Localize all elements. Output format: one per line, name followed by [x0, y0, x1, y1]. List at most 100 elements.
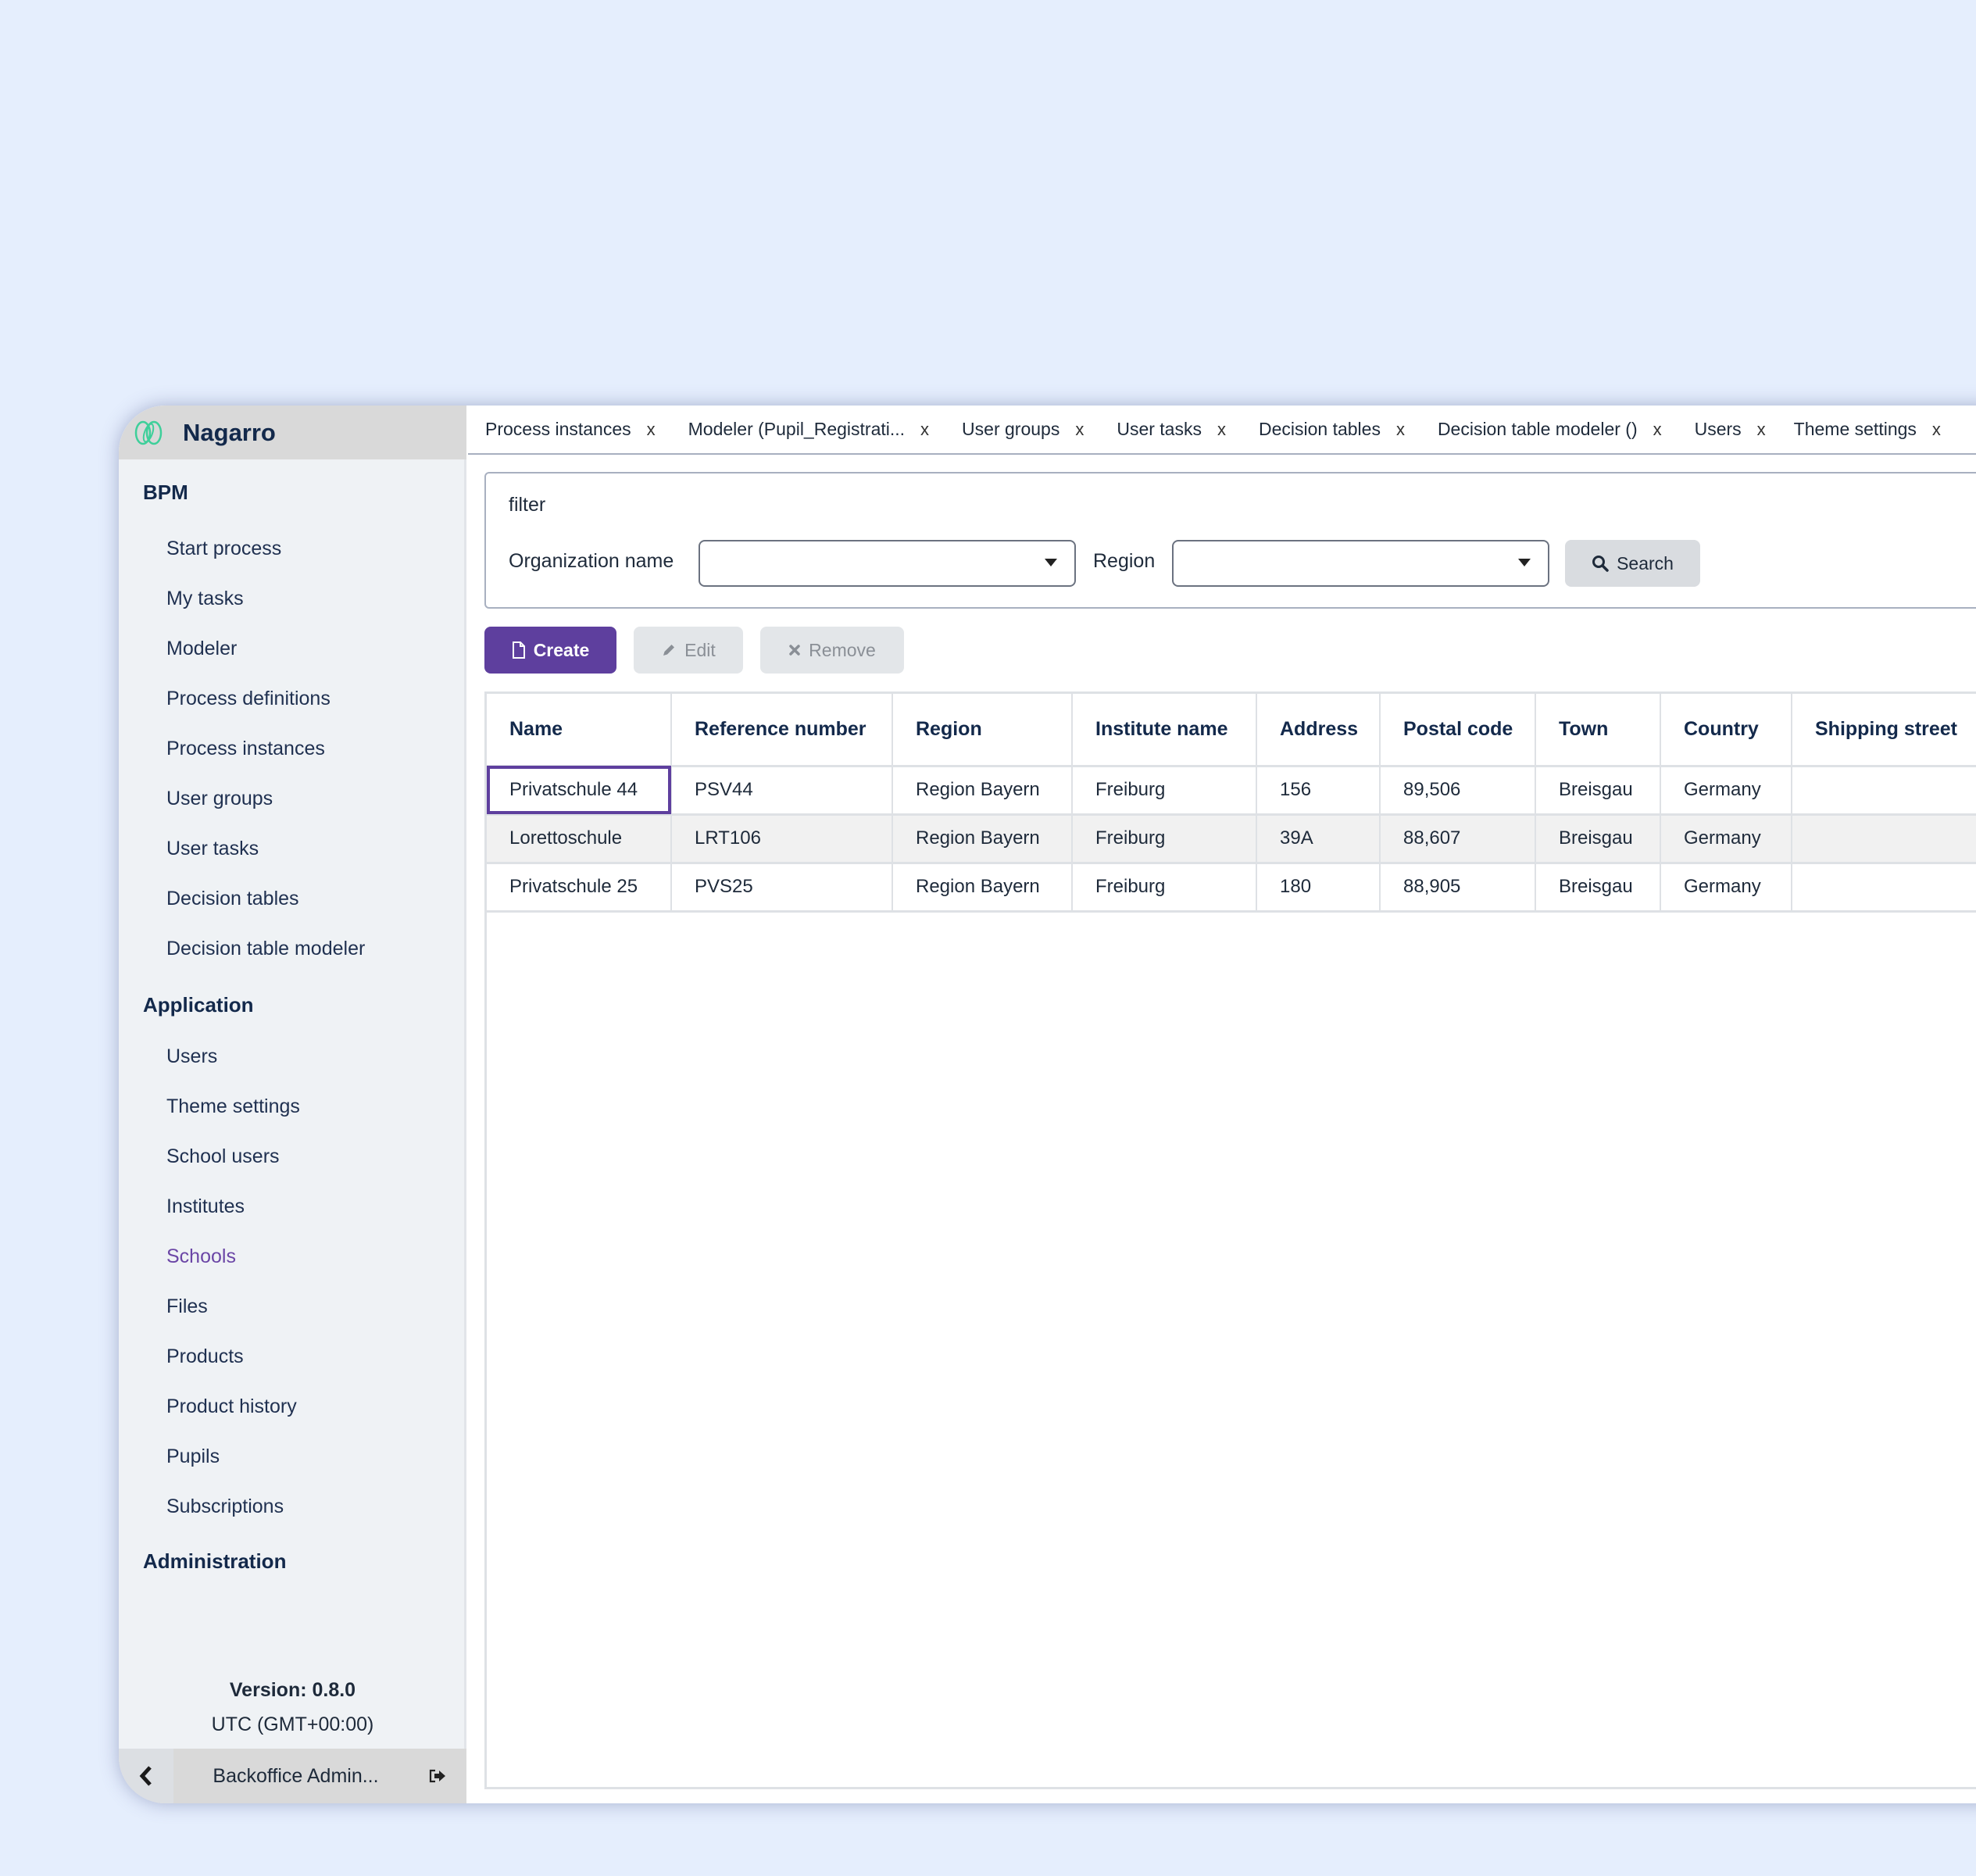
sidebar-item-institutes[interactable]: Institutes	[119, 1181, 466, 1231]
sidebar-item-decision-table-modeler[interactable]: Decision table modeler	[119, 924, 466, 974]
cell-address[interactable]: 180	[1256, 863, 1381, 913]
cell-institute-name[interactable]: Freiburg	[1072, 814, 1257, 864]
tab-decision-tables[interactable]: Decision tables x	[1226, 419, 1405, 440]
cell-name[interactable]: Privatschule 25	[487, 863, 672, 913]
column-header-shipping-street[interactable]: Shipping street	[1792, 694, 1976, 767]
table-row[interactable]: Privatschule 25 PVS25 Region Bayern Frei…	[487, 863, 1976, 913]
sidebar-item-modeler[interactable]: Modeler	[119, 624, 466, 674]
cell-institute-name[interactable]: Freiburg	[1072, 766, 1257, 816]
table-row[interactable]: Privatschule 44 PSV44 Region Bayern Frei…	[487, 766, 1976, 816]
sidebar-item-user-tasks[interactable]: User tasks	[119, 824, 466, 874]
tab-label: Users	[1694, 419, 1742, 439]
sidebar-item-school-users[interactable]: School users	[119, 1131, 466, 1181]
caret-down-icon	[1518, 559, 1531, 566]
create-button[interactable]: Create	[484, 627, 616, 674]
cell-shipping-street[interactable]	[1792, 814, 1976, 864]
table-row[interactable]: Lorettoschule LRT106 Region Bayern Freib…	[487, 814, 1976, 864]
column-header-institute-name[interactable]: Institute name	[1072, 694, 1257, 767]
remove-label: Remove	[809, 639, 876, 660]
column-header-country[interactable]: Country	[1660, 694, 1792, 767]
cell-postal-code[interactable]: 89,506	[1380, 766, 1536, 816]
cell-region[interactable]: Region Bayern	[892, 863, 1073, 913]
filter-title: filter	[509, 494, 546, 516]
cell-address[interactable]: 156	[1256, 766, 1381, 816]
close-icon[interactable]: x	[920, 420, 929, 440]
close-icon[interactable]: x	[647, 420, 656, 440]
cell-shipping-street[interactable]	[1792, 863, 1976, 913]
tab-theme-settings[interactable]: Theme settings x	[1766, 419, 1941, 440]
section-bpm[interactable]: BPM	[119, 469, 466, 516]
close-icon[interactable]: x	[1757, 420, 1766, 440]
section-application[interactable]: Application	[119, 981, 466, 1028]
cell-postal-code[interactable]: 88,905	[1380, 863, 1536, 913]
remove-button[interactable]: Remove	[760, 627, 904, 674]
close-icon[interactable]: x	[1396, 420, 1405, 440]
sidebar-item-process-definitions[interactable]: Process definitions	[119, 674, 466, 724]
table-header-row: Name Reference number Region Institute n…	[487, 694, 1976, 767]
tab-label: User tasks	[1117, 419, 1202, 439]
tab-label: Theme settings	[1793, 419, 1917, 439]
create-label: Create	[533, 639, 590, 660]
collapse-sidebar-button[interactable]	[119, 1749, 173, 1803]
cell-country[interactable]: Germany	[1660, 863, 1792, 913]
sidebar-item-users[interactable]: Users	[119, 1031, 466, 1081]
column-header-postal-code[interactable]: Postal code	[1380, 694, 1536, 767]
column-header-town[interactable]: Town	[1535, 694, 1661, 767]
column-header-reference-number[interactable]: Reference number	[671, 694, 893, 767]
cell-reference-number[interactable]: PVS25	[671, 863, 893, 913]
tab-users[interactable]: Users x	[1662, 419, 1766, 440]
column-header-address[interactable]: Address	[1256, 694, 1381, 767]
sidebar-item-theme-settings[interactable]: Theme settings	[119, 1081, 466, 1131]
sidebar-item-decision-tables[interactable]: Decision tables	[119, 874, 466, 924]
section-administration[interactable]: Administration	[119, 1538, 466, 1585]
sidebar-item-product-history[interactable]: Product history	[119, 1381, 466, 1431]
cell-address[interactable]: 39A	[1256, 814, 1381, 864]
cell-region[interactable]: Region Bayern	[892, 814, 1073, 864]
tab-modeler[interactable]: Modeler (Pupil_Registrati... x	[656, 419, 929, 440]
cell-town[interactable]: Breisgau	[1535, 814, 1661, 864]
column-header-name[interactable]: Name	[487, 694, 672, 767]
cell-institute-name[interactable]: Freiburg	[1072, 863, 1257, 913]
sidebar-item-products[interactable]: Products	[119, 1331, 466, 1381]
cell-reference-number[interactable]: PSV44	[671, 766, 893, 816]
sign-out-icon	[429, 1769, 445, 1783]
sidebar-nav: BPM Start process My tasks Modeler Proce…	[119, 459, 466, 1585]
sidebar-item-my-tasks[interactable]: My tasks	[119, 574, 466, 624]
search-button[interactable]: Search	[1565, 540, 1700, 587]
region-select[interactable]	[1172, 540, 1549, 587]
sidebar-item-user-groups[interactable]: User groups	[119, 774, 466, 824]
close-icon[interactable]: x	[1217, 420, 1226, 440]
organization-name-select[interactable]	[699, 540, 1076, 587]
close-icon[interactable]: x	[1653, 420, 1662, 440]
sidebar-item-process-instances[interactable]: Process instances	[119, 724, 466, 774]
edit-button[interactable]: Edit	[634, 627, 743, 674]
logout-button[interactable]	[418, 1769, 457, 1783]
cell-postal-code[interactable]: 88,607	[1380, 814, 1536, 864]
close-icon[interactable]: x	[1932, 420, 1941, 440]
cell-country[interactable]: Germany	[1660, 814, 1792, 864]
tab-user-tasks[interactable]: User tasks x	[1084, 419, 1226, 440]
sidebar-item-schools[interactable]: Schools	[119, 1231, 466, 1281]
tab-decision-table-modeler[interactable]: Decision table modeler () x	[1405, 419, 1662, 440]
cell-country[interactable]: Germany	[1660, 766, 1792, 816]
close-icon[interactable]: x	[1075, 420, 1084, 440]
sidebar-item-start-process[interactable]: Start process	[119, 523, 466, 574]
cell-town[interactable]: Breisgau	[1535, 766, 1661, 816]
cell-reference-number[interactable]: LRT106	[671, 814, 893, 864]
sidebar-item-pupils[interactable]: Pupils	[119, 1431, 466, 1481]
current-user[interactable]: Backoffice Admin...	[173, 1765, 418, 1788]
column-header-region[interactable]: Region	[892, 694, 1073, 767]
cell-region[interactable]: Region Bayern	[892, 766, 1073, 816]
cell-shipping-street[interactable]	[1792, 766, 1976, 816]
times-icon	[789, 645, 800, 656]
tab-user-groups[interactable]: User groups x	[929, 419, 1084, 440]
cell-town[interactable]: Breisgau	[1535, 863, 1661, 913]
main-panel: Process instances x Modeler (Pupil_Regist…	[468, 406, 1976, 1803]
tab-process-instances[interactable]: Process instances x	[468, 419, 656, 440]
tab-label: Decision tables	[1258, 419, 1381, 439]
organization-name-label: Organization name	[509, 550, 674, 572]
cell-name[interactable]: Privatschule 44	[487, 766, 672, 816]
sidebar-item-files[interactable]: Files	[119, 1281, 466, 1331]
sidebar-item-subscriptions[interactable]: Subscriptions	[119, 1481, 466, 1531]
cell-name[interactable]: Lorettoschule	[487, 814, 672, 864]
